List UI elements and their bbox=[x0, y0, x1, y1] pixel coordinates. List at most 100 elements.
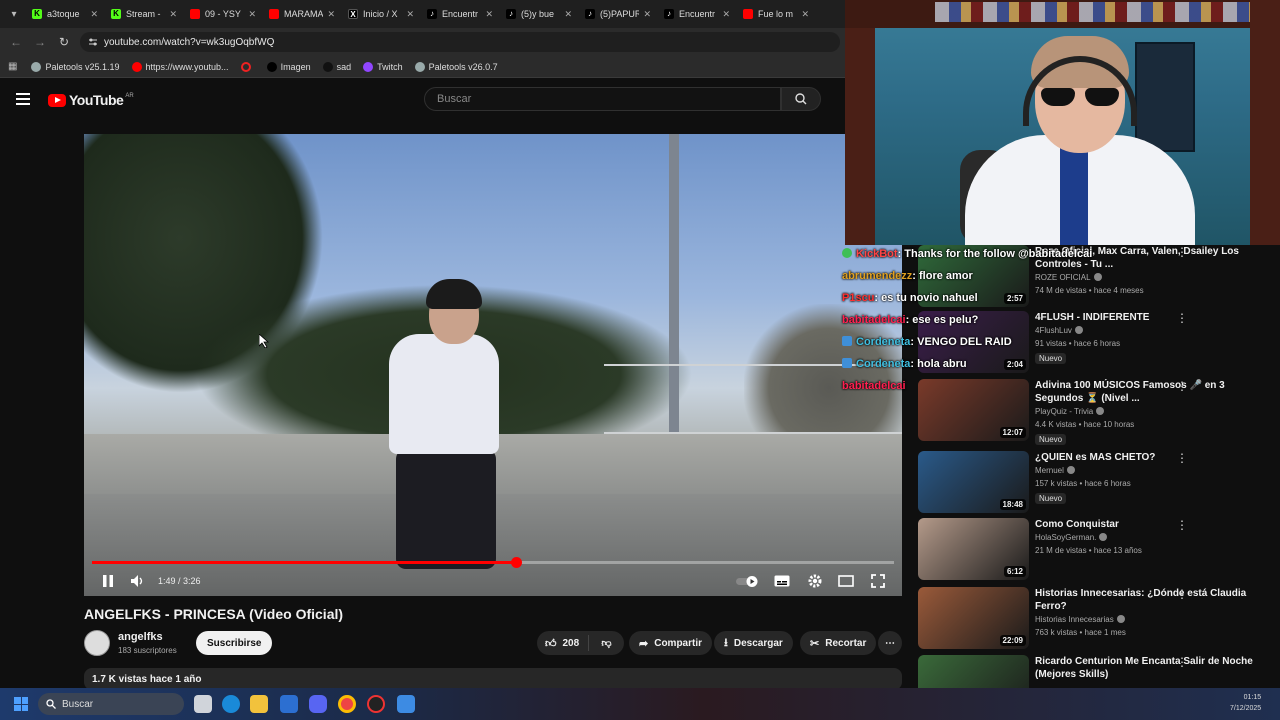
reload-icon[interactable]: ↻ bbox=[52, 35, 76, 49]
recommended-video-title[interactable]: Historias Innecesarias: ¿Dónde está Clau… bbox=[1035, 587, 1255, 613]
mouse-cursor-icon bbox=[259, 334, 269, 348]
recommended-video[interactable]: 6:12 Como Conquistar HolaSoyGerman. 21 M de… bbox=[918, 518, 1268, 582]
more-options-icon[interactable]: ⋮ bbox=[1176, 518, 1188, 532]
bookmark-item[interactable] bbox=[240, 61, 255, 72]
video-frame-person-body bbox=[389, 334, 499, 454]
theater-mode-icon[interactable] bbox=[838, 575, 854, 587]
channel-name[interactable]: angelfks bbox=[118, 631, 163, 643]
bookmark-item[interactable]: https://www.youtub... bbox=[131, 61, 229, 72]
taskbar-search-placeholder: Buscar bbox=[62, 698, 94, 710]
close-tab-icon[interactable]: ✕ bbox=[169, 9, 177, 20]
download-button[interactable]: ⭳ Descargar bbox=[714, 631, 793, 655]
video-thumbnail[interactable]: 22:09 bbox=[918, 587, 1029, 649]
dislike-button[interactable]: 👎︎ bbox=[589, 637, 624, 649]
close-tab-icon[interactable]: ✕ bbox=[801, 9, 809, 20]
browser-tab[interactable]: MARAMA ✕ bbox=[263, 3, 341, 25]
kick-icon: K bbox=[111, 9, 121, 19]
close-tab-icon[interactable]: ✕ bbox=[248, 9, 256, 20]
browser-tab[interactable]: 09 - YSY ✕ bbox=[184, 3, 262, 25]
search-button[interactable] bbox=[781, 87, 821, 111]
recommended-video-title[interactable]: ¿QUIEN es MAS CHETO? bbox=[1035, 451, 1255, 464]
close-tab-icon[interactable]: ✕ bbox=[643, 9, 651, 20]
more-options-icon[interactable]: ⋮ bbox=[1176, 655, 1188, 669]
browser-tab[interactable]: K Stream - ✕ bbox=[105, 3, 183, 25]
video-thumbnail[interactable]: 6:12 bbox=[918, 518, 1029, 580]
browser-tab[interactable]: ♪ Encuentr ✕ bbox=[658, 3, 736, 25]
more-options-icon[interactable]: ⋮ bbox=[1176, 587, 1188, 601]
file-explorer-icon[interactable] bbox=[250, 695, 268, 713]
like-button[interactable]: 👍︎ 208 bbox=[537, 635, 589, 651]
close-tab-icon[interactable]: ✕ bbox=[406, 9, 414, 20]
forward-icon[interactable]: → bbox=[28, 35, 52, 49]
bookmark-item[interactable]: Twitch bbox=[363, 61, 403, 72]
close-tab-icon[interactable]: ✕ bbox=[485, 9, 493, 20]
close-tab-icon[interactable]: ✕ bbox=[722, 9, 730, 20]
system-clock[interactable]: 01:15 7/12/2025 bbox=[1230, 692, 1261, 714]
close-tab-icon[interactable]: ✕ bbox=[90, 9, 98, 20]
share-button[interactable]: ➦ Compartir bbox=[629, 631, 713, 655]
recommended-video[interactable]: 18:48 ¿QUIEN es MAS CHETO? Mernuel 157 k vi… bbox=[918, 451, 1268, 515]
chat-message: KickBot: Thanks for the follow @babitade… bbox=[842, 248, 1092, 260]
recommended-channel[interactable]: Mernuel bbox=[1035, 466, 1075, 475]
subscribe-button[interactable]: Suscribirse bbox=[196, 631, 273, 655]
recommended-channel[interactable]: Historias Innecesarias bbox=[1035, 615, 1125, 624]
more-options-icon[interactable]: ⋮ bbox=[1176, 451, 1188, 465]
site-info-icon[interactable] bbox=[88, 37, 98, 47]
apps-icon[interactable]: ▦ bbox=[8, 61, 17, 72]
windows-start-icon[interactable] bbox=[14, 697, 28, 711]
taskbar-search[interactable]: Buscar bbox=[38, 693, 184, 715]
chrome-icon[interactable] bbox=[338, 695, 356, 713]
more-options-icon[interactable]: ⋮ bbox=[1176, 379, 1188, 393]
obs-icon[interactable] bbox=[367, 695, 385, 713]
more-options-icon[interactable]: ⋮ bbox=[1176, 311, 1188, 325]
bookmark-item[interactable]: Paletools v26.0.7 bbox=[414, 61, 498, 72]
chat-text: : ese es pelu? bbox=[905, 314, 979, 326]
clip-button[interactable]: ✂ Recortar bbox=[800, 631, 877, 655]
recommended-video-title[interactable]: Ricardo Centurion Me Encanta Salir de No… bbox=[1035, 655, 1255, 681]
browser-tab[interactable]: ♪ (5)y bue ✕ bbox=[500, 3, 578, 25]
store-icon[interactable] bbox=[280, 695, 298, 713]
recommended-channel[interactable]: HolaSoyGerman. bbox=[1035, 533, 1108, 542]
subtitles-icon[interactable] bbox=[774, 575, 790, 587]
menu-icon[interactable] bbox=[16, 93, 30, 105]
fullscreen-icon[interactable] bbox=[871, 574, 885, 588]
discord-icon[interactable] bbox=[309, 695, 327, 713]
edge-icon[interactable] bbox=[222, 695, 240, 713]
channel-avatar[interactable] bbox=[84, 630, 110, 656]
pause-icon[interactable] bbox=[102, 575, 114, 587]
more-options-icon[interactable]: ⋮ bbox=[1176, 245, 1188, 259]
video-player[interactable]: 1:49 / 3:26 bbox=[84, 134, 902, 596]
tab-title: (5)y bue bbox=[521, 9, 555, 19]
task-view-icon[interactable] bbox=[194, 695, 212, 713]
url-field[interactable]: youtube.com/watch?v=wk3ugOqbfWQ bbox=[80, 32, 840, 52]
settings-gear-icon[interactable] bbox=[808, 574, 822, 588]
bookmark-label: Paletools v25.1.19 bbox=[45, 61, 120, 72]
description-box[interactable]: 1.7 K vistas hace 1 año bbox=[84, 668, 902, 690]
autoplay-toggle-icon[interactable] bbox=[736, 575, 760, 587]
close-tab-icon[interactable]: ✕ bbox=[564, 9, 572, 20]
youtube-logo[interactable]: YouTube AR bbox=[48, 92, 134, 108]
video-thumbnail[interactable]: 18:48 bbox=[918, 451, 1029, 513]
tab-search-icon[interactable]: ▾ bbox=[2, 2, 26, 26]
browser-tab[interactable]: Ka3toque ✕ bbox=[26, 3, 104, 25]
browser-tab[interactable]: X Inicio / X ✕ bbox=[342, 3, 420, 25]
chat-message: P1scu: es tu novio nahuel bbox=[842, 292, 978, 304]
bookmark-item[interactable]: Imagen bbox=[266, 61, 311, 72]
progress-bar[interactable] bbox=[92, 557, 894, 568]
close-tab-icon[interactable]: ✕ bbox=[327, 9, 335, 20]
recommended-channel[interactable]: PlayQuiz - Trivia bbox=[1035, 407, 1105, 416]
browser-tab[interactable]: ♪ Encuentr ✕ bbox=[421, 3, 499, 25]
more-actions-button[interactable]: ⋯ bbox=[878, 631, 902, 655]
notepad-icon[interactable] bbox=[397, 695, 415, 713]
search-input[interactable]: Buscar bbox=[424, 87, 781, 111]
bookmark-item[interactable]: Paletools v25.1.19 bbox=[31, 61, 120, 72]
volume-icon[interactable] bbox=[131, 575, 145, 587]
subscriber-count: 183 suscriptores bbox=[118, 646, 177, 655]
recommended-video-title[interactable]: Como Conquistar bbox=[1035, 518, 1255, 531]
bookmark-item[interactable]: sad bbox=[322, 61, 351, 72]
browser-tab[interactable]: Fue lo m ✕ bbox=[737, 3, 815, 25]
recommended-video[interactable]: 22:09 Historias Innecesarias: ¿Dónde está… bbox=[918, 587, 1268, 651]
back-icon[interactable]: ← bbox=[4, 35, 28, 49]
subscriber-badge-icon bbox=[842, 336, 852, 346]
browser-tab[interactable]: ♪ (5)PAPUR ✕ bbox=[579, 3, 657, 25]
